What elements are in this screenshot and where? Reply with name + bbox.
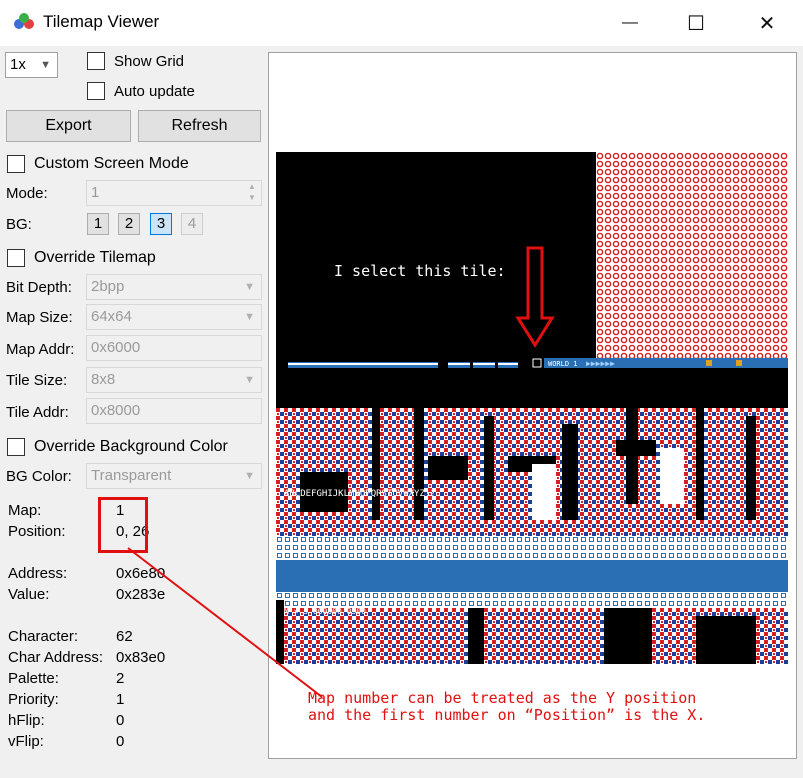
annotation-line-1: Map number can be treated as the Y posit… [308, 689, 697, 707]
arrow-down-icon [515, 246, 555, 348]
annotation-line-2: and the first number on “Position” is th… [308, 706, 706, 724]
annotation-note: Map number can be treated as the Y posit… [308, 690, 705, 724]
annotation-overlay [127, 246, 555, 698]
